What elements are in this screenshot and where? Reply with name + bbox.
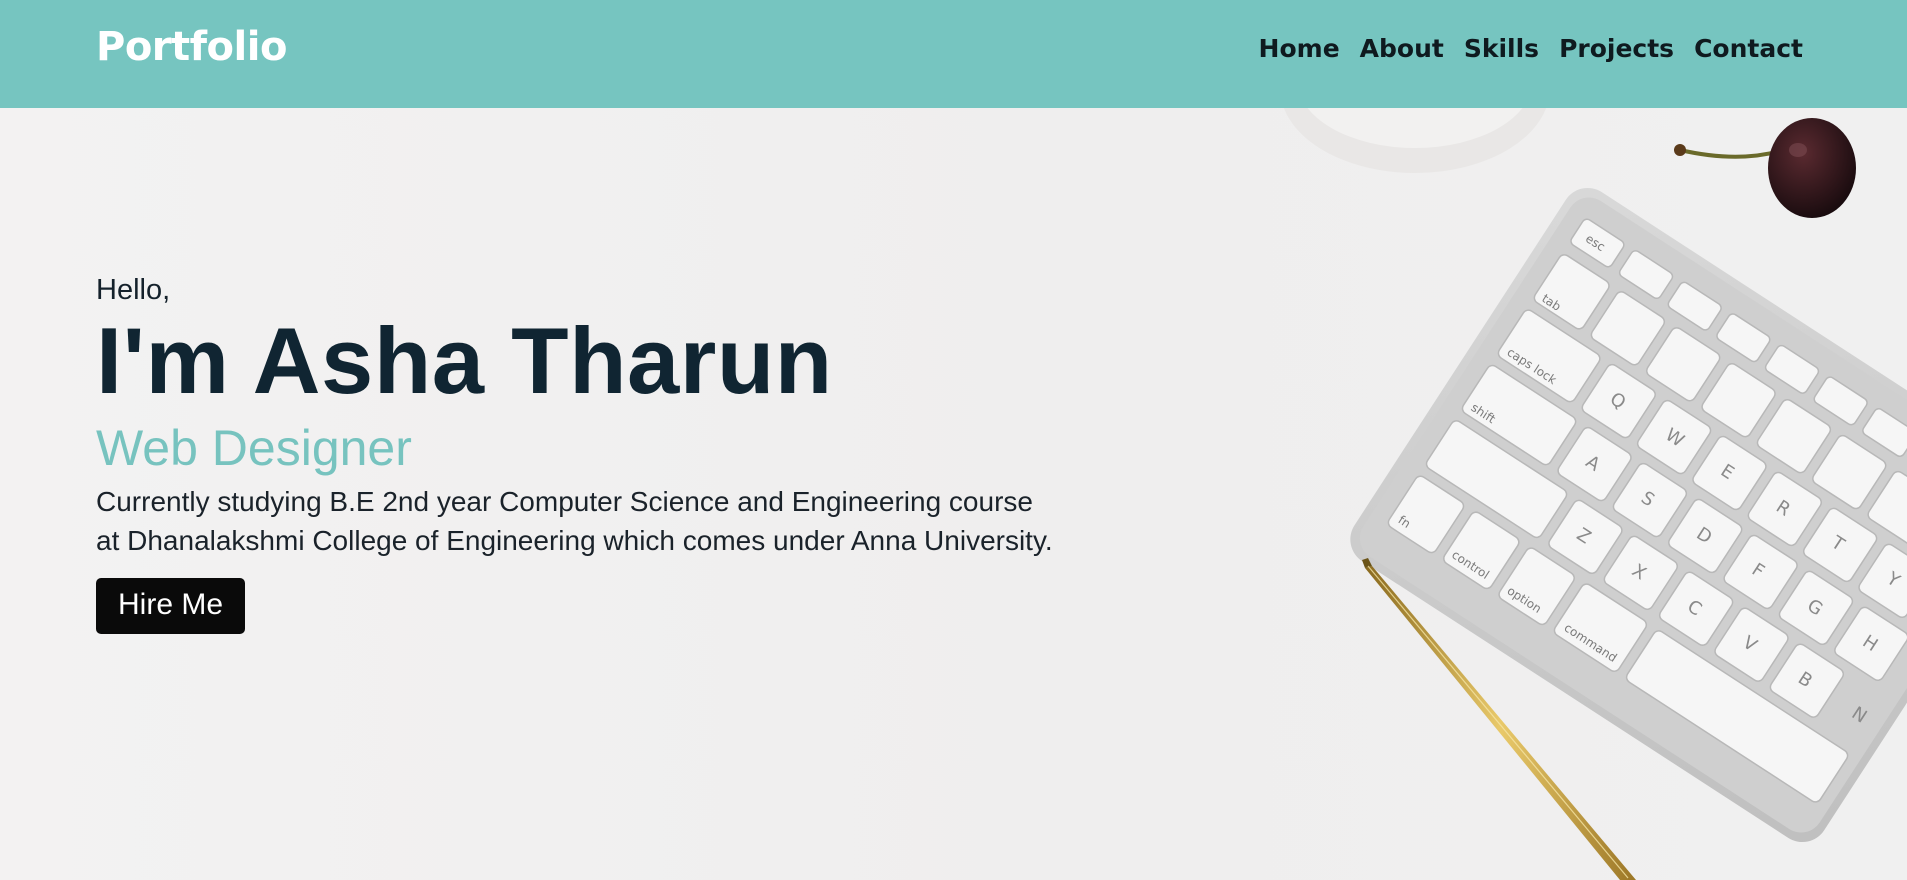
- hire-me-button[interactable]: Hire Me: [96, 578, 246, 634]
- nav-link-home[interactable]: Home: [1259, 34, 1340, 63]
- hero-section: Hello, I'm Asha Tharun Web Designer Curr…: [96, 272, 1096, 634]
- keyboard-shape: esc tab caps lock shift fn control optio…: [1350, 187, 1907, 843]
- description-line-1: Currently studying B.E 2nd year Computer…: [96, 486, 1033, 517]
- page: Portfolio Home About Skills Projects Con…: [0, 0, 1907, 880]
- nav-link-projects[interactable]: Projects: [1559, 34, 1674, 63]
- hero-name: I'm Asha Tharun: [96, 308, 833, 413]
- nav-link-contact[interactable]: Contact: [1694, 34, 1803, 63]
- description-line-2: at Dhanalakshmi College of Engineering w…: [96, 525, 1053, 556]
- cherry-shape: [1674, 118, 1856, 218]
- navbar: Portfolio Home About Skills Projects Con…: [0, 0, 1907, 108]
- desk-illustration: esc tab caps lock shift fn control optio…: [1283, 108, 1907, 880]
- nav-links: Home About Skills Projects Contact: [1259, 34, 1803, 63]
- nav-link-skills[interactable]: Skills: [1464, 34, 1539, 63]
- logo[interactable]: Portfolio: [96, 24, 287, 70]
- hero-role: Web Designer: [96, 420, 412, 476]
- hero-description: Currently studying B.E 2nd year Computer…: [96, 482, 1096, 560]
- greeting-text: Hello,: [96, 274, 171, 306]
- cup-shape: [1283, 108, 1547, 173]
- nav-link-about[interactable]: About: [1360, 34, 1444, 63]
